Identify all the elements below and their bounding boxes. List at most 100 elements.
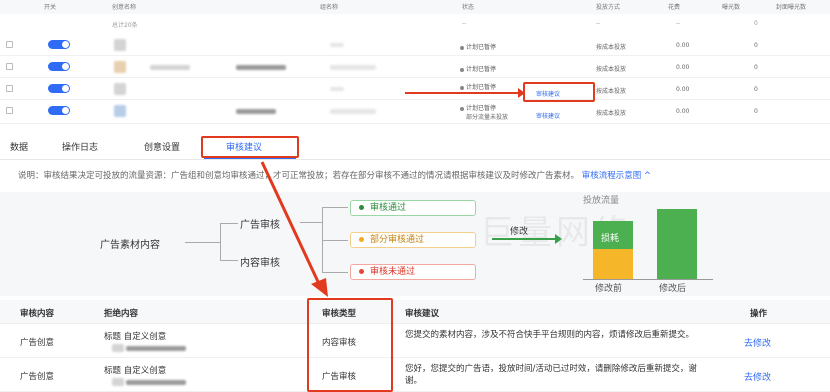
connector: [185, 242, 220, 243]
orange-dot-icon: [359, 237, 364, 242]
row-method: 按成本投放: [596, 44, 627, 51]
pill-partial: 部分审核通过: [350, 232, 476, 248]
review-flow-diagram-link[interactable]: 审核流程示意图 ^: [582, 171, 651, 181]
col-action: 操作: [750, 309, 768, 319]
creative-thumbnail: [114, 105, 126, 117]
review-content: 广告创意: [20, 338, 55, 348]
group-name-blurred: [330, 43, 344, 47]
row-checkbox[interactable]: [6, 85, 13, 92]
summary-method: --: [596, 20, 601, 27]
row-toggle[interactable]: [48, 62, 70, 71]
green-arrow: [492, 234, 562, 244]
diagram-root: 广告素材内容: [100, 240, 160, 251]
row-exposure: 0: [754, 64, 758, 71]
status-dot-icon: [460, 85, 464, 90]
status-dot-icon: [460, 67, 464, 72]
bar-category-label: 修改前: [595, 284, 623, 294]
table-row: 广告创意 标题 自定义创意 内容审核 您提交的素材内容，涉及不符合快手平台规则的…: [0, 326, 830, 358]
summary-cost: --: [676, 20, 681, 27]
pill-pass: 审核通过: [350, 200, 476, 216]
tab-data[interactable]: 数据: [10, 140, 28, 153]
review-suggestion-link[interactable]: 审核建议: [536, 111, 560, 120]
reject-text-blurred: [126, 380, 186, 385]
chart-title: 投放流量: [583, 196, 620, 206]
connector: [220, 223, 221, 261]
col-group-name: 组名称: [320, 4, 339, 11]
col-creative-name: 创意名称: [112, 4, 137, 11]
review-suggestion: 您提交的素材内容，涉及不符合快手平台规则的内容，烦请修改后重新提交。: [405, 330, 695, 340]
connector: [220, 223, 238, 224]
row-checkbox[interactable]: [6, 63, 13, 70]
row-exposure: 0: [754, 42, 758, 49]
chart-x-axis: [583, 279, 713, 280]
review-table-header: 审核内容 拒绝内容 审核类型 审核建议 操作: [0, 300, 830, 324]
creative-table-header: 开关 创意名称 组名称 状态 投放方式 花费 曝光数 封面曝光数: [0, 0, 830, 14]
group-name-blurred: [330, 109, 376, 114]
group-name-blurred: [330, 87, 344, 91]
col-status: 状态: [462, 4, 475, 11]
reject-content: 标题 自定义创意: [104, 366, 167, 376]
col-reject-content: 拒绝内容: [104, 309, 139, 319]
row-method: 按成本投放: [596, 66, 627, 73]
col-switch: 开关: [44, 4, 57, 11]
review-explanation: 说明：审核结果决定可投放的流量资源：广告组和创意均审核通过，才可正常投放；若存在…: [18, 170, 808, 182]
diagram-branch-ad: 广告审核: [240, 220, 280, 231]
row-status: 计划已暂停: [460, 103, 496, 112]
reject-thumbnail-blurred: [112, 378, 124, 386]
summary-label: 总计20条: [112, 22, 138, 29]
row-checkbox[interactable]: [6, 107, 13, 114]
reject-content: 标题 自定义创意: [104, 332, 167, 342]
tab-creative-settings[interactable]: 创意设置: [144, 140, 180, 153]
go-modify-link[interactable]: 去修改: [744, 370, 771, 383]
bar-annotation: 损耗: [601, 234, 620, 244]
summary-exposure: 0: [754, 20, 758, 27]
bar-category-label: 修改后: [659, 284, 687, 294]
group-name-blurred: [330, 65, 376, 70]
table-row: 计划已暂停 按成本投放 0.00 0: [0, 56, 830, 78]
row-method: 按成本投放: [596, 88, 627, 95]
review-content: 广告创意: [20, 372, 55, 382]
status-dot-icon: [460, 45, 464, 50]
connector: [322, 240, 348, 241]
row-status: 计划已暂停: [460, 64, 496, 73]
creative-thumbnail: [114, 83, 126, 95]
go-modify-link[interactable]: 去修改: [744, 336, 771, 349]
row-cost: 0.00: [676, 64, 690, 71]
creative-thumbnail: [114, 39, 126, 51]
col-review-content: 审核内容: [20, 309, 55, 319]
highlight-box-review-type: [307, 298, 393, 392]
connector: [322, 207, 348, 208]
bar-after: [657, 209, 697, 279]
review-suggestion: 您好，您提交的广告语，投放时间/活动已过时效，请删除修改后重新提交，谢谢。: [405, 364, 697, 386]
reject-text-blurred: [126, 346, 186, 351]
row-toggle[interactable]: [48, 40, 70, 49]
creative-table: 开关 创意名称 组名称 状态 投放方式 花费 曝光数 封面曝光数 总计20条 -…: [0, 0, 830, 126]
row-cost: 0.00: [676, 42, 690, 49]
row-toggle[interactable]: [48, 84, 70, 93]
row-status-secondary: 部分流量未投放: [466, 114, 509, 121]
table-row: 计划已暂停 部分流量未投放 审核建议 按成本投放 0.00 0: [0, 100, 830, 124]
review-table: 审核内容 拒绝内容 审核类型 审核建议 操作 广告创意 标题 自定义创意 内容审…: [0, 300, 830, 392]
col-cost: 花费: [668, 4, 681, 11]
row-exposure: 0: [754, 108, 758, 115]
row-checkbox[interactable]: [6, 41, 13, 48]
tab-operation-log[interactable]: 操作日志: [62, 140, 98, 153]
table-row: 计划已暂停 审核建议 按成本投放 0.00 0: [0, 78, 830, 100]
connector: [300, 222, 322, 223]
creative-name-blurred: [236, 109, 276, 114]
table-row: 计划已暂停 按成本投放 0.00 0: [0, 34, 830, 56]
row-toggle[interactable]: [48, 106, 70, 115]
red-arrow-horizontal: [405, 88, 525, 98]
explanation-text: 说明：审核结果决定可投放的流量资源：广告组和创意均审核通过，才可正常投放；若存在…: [18, 171, 580, 181]
reject-thumbnail-blurred: [112, 344, 124, 352]
col-exposure: 曝光数: [722, 4, 741, 11]
red-dot-icon: [359, 269, 364, 274]
col-method: 投放方式: [596, 4, 621, 11]
status-dot-icon: [460, 106, 464, 111]
table-row: 广告创意 标题 自定义创意 广告审核 您好，您提交的广告语，投放时间/活动已过时…: [0, 360, 830, 392]
green-dot-icon: [359, 205, 364, 210]
summary-status: --: [462, 20, 467, 27]
modify-label: 修改: [510, 227, 529, 237]
detail-tabs: 数据 操作日志 创意设置 审核建议: [0, 130, 830, 160]
creative-name-blurred: [150, 65, 190, 70]
